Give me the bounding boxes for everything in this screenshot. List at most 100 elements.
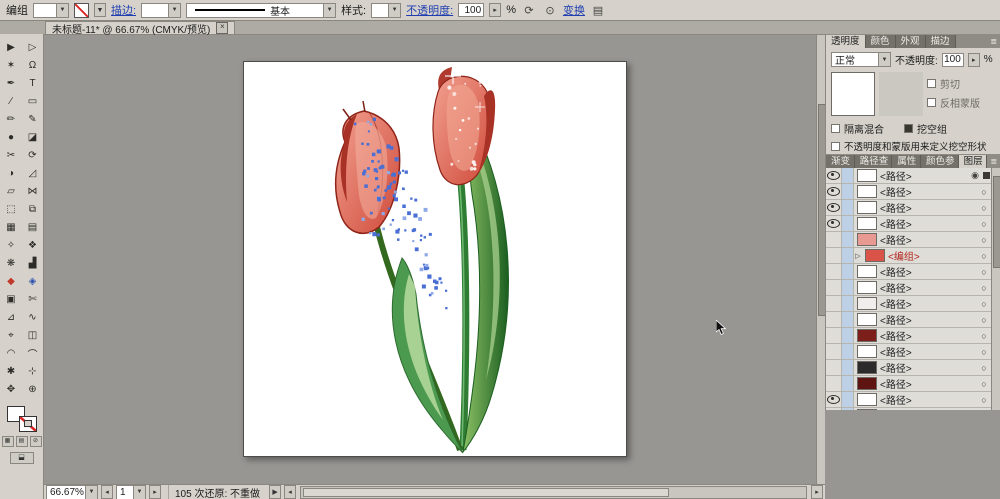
lock-toggle-cell[interactable] xyxy=(842,200,854,215)
target-circle-icon[interactable]: ○ xyxy=(978,283,990,293)
fill-style-select[interactable]: ▼ xyxy=(33,2,69,18)
layer-row[interactable]: <路径>○ xyxy=(826,264,1000,280)
visibility-toggle-empty[interactable] xyxy=(826,344,842,359)
artboard-tool[interactable]: ▣ xyxy=(0,290,22,308)
visibility-toggle-empty[interactable] xyxy=(826,232,842,247)
layer-name[interactable]: <路径> xyxy=(880,216,978,231)
recolor-artwork-icon[interactable]: ⟳ xyxy=(521,4,537,17)
mask-thumbnail-slot[interactable] xyxy=(879,72,923,116)
layer-name[interactable]: <路径> xyxy=(880,264,978,279)
zoom-select[interactable]: 66.67% ▼ xyxy=(46,484,98,499)
horizontal-scroll-thumb[interactable] xyxy=(303,487,669,497)
visibility-eye-icon[interactable] xyxy=(826,200,842,215)
align-icon[interactable]: ⊙ xyxy=(542,4,558,17)
puppet-warp-tool[interactable]: ⊹ xyxy=(22,362,43,380)
shear-tool[interactable]: ▱ xyxy=(0,182,22,200)
lock-toggle-cell[interactable] xyxy=(842,232,854,247)
rotate-tool[interactable]: ⟳ xyxy=(22,146,43,164)
lock-toggle-cell[interactable] xyxy=(842,328,854,343)
target-circle-icon[interactable]: ○ xyxy=(978,379,990,389)
visibility-toggle-empty[interactable] xyxy=(826,280,842,295)
layer-name[interactable]: <路径> xyxy=(880,344,978,359)
transform-panel-link[interactable]: 变换 xyxy=(563,2,585,18)
layers-scrollbar[interactable] xyxy=(991,168,1000,410)
shape-builder-tool[interactable]: ⧉ xyxy=(22,200,43,218)
target-circle-icon[interactable]: ○ xyxy=(978,267,990,277)
none-button[interactable]: ⊘ xyxy=(29,436,42,447)
pencil-tool[interactable]: ✎ xyxy=(22,110,43,128)
visibility-toggle-empty[interactable] xyxy=(826,264,842,279)
layer-row[interactable]: ▷ <编组> ○ xyxy=(826,248,1000,264)
layer-row[interactable]: <路径>○ xyxy=(826,296,1000,312)
zoom-tool[interactable]: ⊕ xyxy=(22,380,43,398)
layer-row[interactable]: <路径>○ xyxy=(826,184,1000,200)
layer-name[interactable]: <路径> xyxy=(880,392,978,407)
panel-opacity-field[interactable]: 100 xyxy=(941,52,964,67)
layer-row[interactable]: <路径>○ xyxy=(826,200,1000,216)
target-circle-icon[interactable]: ○ xyxy=(978,251,990,261)
document-tab[interactable]: 未标题-11* @ 66.67% (CMYK/预览) × xyxy=(45,21,236,36)
invert-mask-checkbox[interactable] xyxy=(927,98,936,107)
layers-tab-路径查[interactable]: 路径查 xyxy=(854,155,893,168)
target-circle-icon[interactable]: ○ xyxy=(978,347,990,357)
gradient-tool[interactable]: ▤ xyxy=(22,218,43,236)
scissors-tool[interactable]: ✂ xyxy=(0,146,22,164)
lock-toggle-cell[interactable] xyxy=(842,360,854,375)
transparency-tab-描边[interactable]: 描边 xyxy=(925,35,956,48)
lock-toggle-cell[interactable] xyxy=(842,408,854,410)
rotate-view-tool[interactable]: ◠ xyxy=(0,344,22,362)
lock-toggle-cell[interactable] xyxy=(842,296,854,311)
target-circle-icon[interactable]: ○ xyxy=(978,331,990,341)
layer-row[interactable]: <路径>○ xyxy=(826,280,1000,296)
layer-name[interactable]: <路径> xyxy=(880,280,978,295)
layer-row[interactable]: <路径>○ xyxy=(826,232,1000,248)
layers-tab-属性[interactable]: 属性 xyxy=(892,155,922,168)
opacity-spinner[interactable]: ▸ xyxy=(489,3,502,17)
layer-name[interactable]: <路径> xyxy=(880,328,978,343)
join-tool[interactable]: ⌒ xyxy=(22,344,43,362)
transparency-tab-颜色[interactable]: 颜色 xyxy=(865,35,896,48)
layer-name[interactable]: <编组> xyxy=(888,248,978,263)
lock-toggle-cell[interactable] xyxy=(842,184,854,199)
lock-toggle-cell[interactable] xyxy=(842,312,854,327)
document-setup-icon[interactable]: ▤ xyxy=(590,4,606,17)
reflect-tool[interactable]: ◑ xyxy=(0,164,22,182)
transparency-tab-外观[interactable]: 外观 xyxy=(895,35,926,48)
lock-toggle-cell[interactable] xyxy=(842,344,854,359)
layer-name[interactable]: <路径> xyxy=(880,376,978,391)
lock-toggle-cell[interactable] xyxy=(842,264,854,279)
visibility-toggle-empty[interactable] xyxy=(826,408,842,410)
vertical-scroll-thumb[interactable] xyxy=(818,104,825,316)
status-play-icon[interactable]: ▶ xyxy=(269,485,282,499)
layer-name[interactable]: <路径> xyxy=(880,312,978,327)
lasso-tool[interactable]: Ω xyxy=(22,56,43,74)
layer-row[interactable]: <路径>○ xyxy=(826,360,1000,376)
visibility-toggle-empty[interactable] xyxy=(826,248,842,263)
blob-brush-tool[interactable]: ● xyxy=(0,128,22,146)
visibility-toggle-empty[interactable] xyxy=(826,328,842,343)
magic-wand-tool[interactable]: ✶ xyxy=(0,56,22,74)
target-circle-icon[interactable]: ○ xyxy=(978,315,990,325)
target-circle-icon[interactable]: ○ xyxy=(978,235,990,245)
scroll-left-button[interactable]: ◂ xyxy=(284,485,297,499)
layer-row[interactable]: <路径>○ xyxy=(826,216,1000,232)
prev-artboard-button[interactable]: ◂ xyxy=(101,485,113,499)
panel-menu-icon[interactable]: ≣ xyxy=(987,35,1000,48)
shaper-tool[interactable]: ✱ xyxy=(0,362,22,380)
layer-name[interactable]: <路径> xyxy=(880,200,978,215)
lock-toggle-cell[interactable] xyxy=(842,392,854,407)
live-paint-bucket-tool[interactable]: ◆ xyxy=(0,272,22,290)
blend-tool[interactable]: ❖ xyxy=(22,236,43,254)
symbol-sprayer-tool[interactable]: ❋ xyxy=(0,254,22,272)
stroke-color-swatch[interactable] xyxy=(18,416,37,432)
layer-row[interactable]: <路径>○ xyxy=(826,392,1000,408)
target-circle-icon[interactable]: ○ xyxy=(978,395,990,405)
layer-row[interactable]: <路径>○ xyxy=(826,328,1000,344)
layer-name[interactable]: <路径> xyxy=(880,232,978,247)
opacity-panel-link[interactable]: 不透明度: xyxy=(406,2,453,18)
layers-tab-图层[interactable]: 图层 xyxy=(958,155,988,168)
lock-toggle-cell[interactable] xyxy=(842,376,854,391)
slice-tool[interactable]: ✄ xyxy=(22,290,43,308)
direct-selection-tool[interactable]: ▷ xyxy=(22,38,43,56)
type-tool[interactable]: T xyxy=(22,74,43,92)
